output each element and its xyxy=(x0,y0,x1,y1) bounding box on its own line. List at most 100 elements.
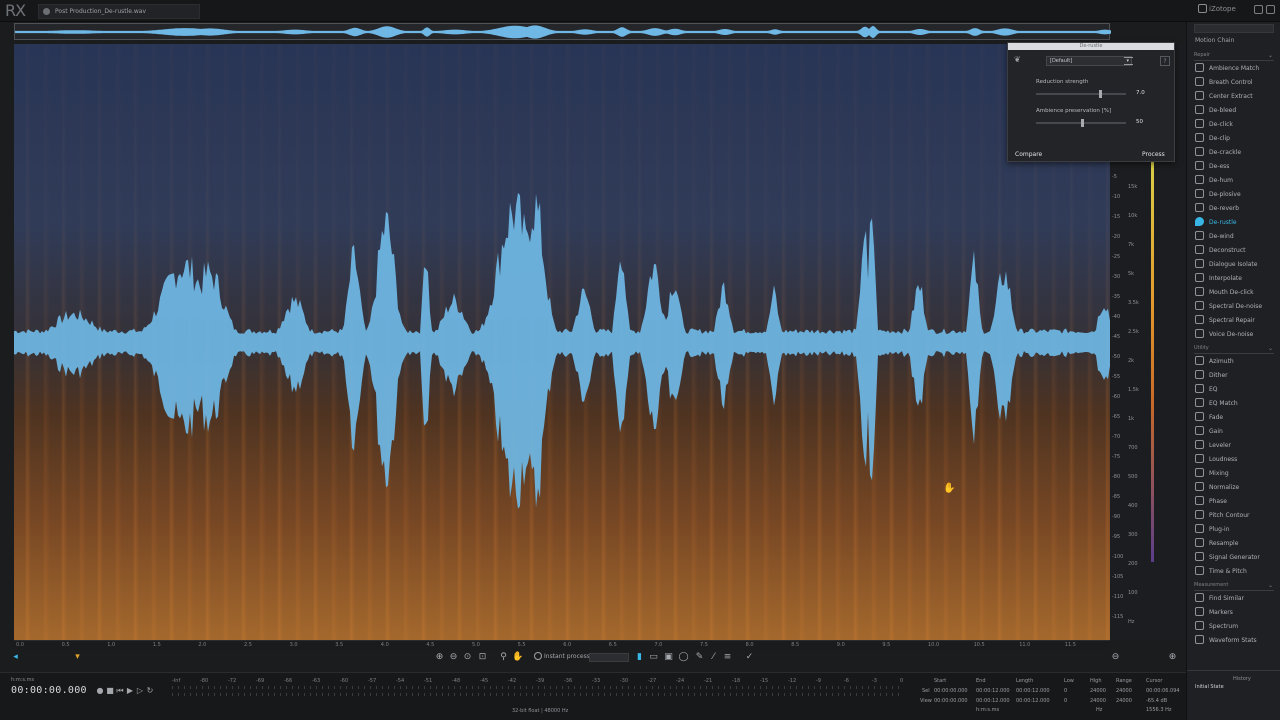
module-item[interactable]: Normalize xyxy=(1195,482,1275,494)
zoom-fit-icon[interactable]: ⊡ xyxy=(477,652,488,663)
motion-chain-button[interactable]: Motion Chain xyxy=(1195,37,1234,44)
selection-sel-value[interactable]: 00:00:12.000 xyxy=(976,688,1010,694)
zoom-out-icon[interactable]: ⊖ xyxy=(448,652,459,663)
loop-icon[interactable]: ↻ xyxy=(145,686,155,695)
scroll-left-icon[interactable]: ◂ xyxy=(10,652,21,663)
harmonic-select-icon[interactable]: ≡ xyxy=(722,652,733,663)
selection-view-value[interactable]: 00:00:12.000 xyxy=(1016,698,1050,704)
selection-sel-value[interactable]: 24000 xyxy=(1116,688,1132,694)
module-item[interactable]: Spectrum xyxy=(1195,621,1275,633)
module-item[interactable]: Fade xyxy=(1195,412,1275,424)
module-item[interactable]: Spectral De-noise xyxy=(1195,301,1275,313)
module-item[interactable]: Interpolate xyxy=(1195,273,1275,285)
module-item[interactable]: Breath Control xyxy=(1195,77,1275,89)
rewind-icon[interactable]: ⏮ xyxy=(115,686,125,696)
module-item[interactable]: Markers xyxy=(1195,607,1275,619)
module-item[interactable]: De-wind xyxy=(1195,231,1275,243)
module-item[interactable]: EQ Match xyxy=(1195,398,1275,410)
process-button[interactable]: Process xyxy=(1142,151,1165,158)
play-icon[interactable]: ▶ xyxy=(125,686,135,695)
module-item[interactable]: Pitch Contour xyxy=(1195,510,1275,522)
play-selection-icon[interactable]: ▷ xyxy=(135,686,145,695)
zoom-tool-icon[interactable]: ⚲ xyxy=(498,652,509,663)
instant-process-radio[interactable] xyxy=(534,652,542,660)
module-item[interactable]: Plug-in xyxy=(1195,524,1275,536)
time-ruler[interactable]: 0.0 0.5 1.0 1.5 2.0 2.5 3.0 3.5 4.0 4.5 5.0 5.5 6.0 6… xyxy=(14,640,1110,650)
check-icon[interactable]: ✓ xyxy=(744,652,755,663)
record-icon[interactable]: ● xyxy=(95,686,105,695)
module-item[interactable]: Loudness xyxy=(1195,454,1275,466)
selection-sel-value[interactable]: 24000 xyxy=(1090,688,1106,694)
reduction-strength-slider[interactable] xyxy=(1036,90,1126,98)
module-item[interactable]: EQ xyxy=(1195,384,1275,396)
instant-process-mode[interactable] xyxy=(589,653,629,662)
reduction-strength-knob[interactable] xyxy=(1099,90,1102,98)
timecode-format[interactable]: h:m:s.ms xyxy=(11,677,34,683)
module-item[interactable]: Azimuth xyxy=(1195,356,1275,368)
ambience-preservation-value[interactable]: 50 xyxy=(1136,119,1143,125)
module-item[interactable]: De-hum xyxy=(1195,175,1275,187)
zoom-out-vertical-icon[interactable]: ⊖ xyxy=(1110,652,1121,663)
module-item[interactable]: Dither xyxy=(1195,370,1275,382)
module-item[interactable]: Voice De-noise xyxy=(1195,329,1275,341)
reduction-strength-value[interactable]: 7.0 xyxy=(1136,90,1145,96)
selection-view-value[interactable]: -65.4 dB xyxy=(1146,698,1167,704)
module-item[interactable]: Leveler xyxy=(1195,440,1275,452)
file-close-icon[interactable] xyxy=(43,8,50,15)
selection-sel-value[interactable]: 00:00:06.094 xyxy=(1146,688,1180,694)
file-tab[interactable]: Post Production_De-rustle.wav xyxy=(38,4,200,19)
module-search-input[interactable] xyxy=(1194,24,1274,33)
chevron-down-icon[interactable]: ⌄ xyxy=(1268,345,1273,352)
stop-icon[interactable]: ■ xyxy=(105,686,115,695)
ambience-preservation-knob[interactable] xyxy=(1081,119,1084,127)
window-close-icon[interactable] xyxy=(1266,5,1275,14)
module-item[interactable]: Ambience Match xyxy=(1195,63,1275,75)
measurement-section-header[interactable]: Measurement ⌄ xyxy=(1194,582,1274,591)
spectrogram-view[interactable]: ✋ xyxy=(14,44,1110,640)
module-item[interactable]: De-click xyxy=(1195,119,1275,131)
magic-wand-icon[interactable]: ⁄ xyxy=(708,652,719,663)
history-item[interactable]: Initial State xyxy=(1195,684,1224,690)
selection-sel-value[interactable]: 00:00:12.000 xyxy=(1016,688,1050,694)
module-item[interactable]: Dialogue Isolate xyxy=(1195,259,1275,271)
window-help-icon[interactable] xyxy=(1254,5,1263,14)
zoom-in-vertical-icon[interactable]: ⊕ xyxy=(1167,652,1178,663)
instant-process-toggle[interactable]: Instant process xyxy=(534,652,590,660)
brush-select-icon[interactable]: ✎ xyxy=(694,652,705,663)
module-item[interactable]: De-plosive xyxy=(1195,189,1275,201)
module-item[interactable]: Resample xyxy=(1195,538,1275,550)
lasso-select-icon[interactable]: ◯ xyxy=(678,652,689,663)
module-item[interactable]: De-clip xyxy=(1195,133,1275,145)
hand-tool-icon[interactable]: ✋ xyxy=(512,652,523,663)
chevron-down-icon[interactable]: ⌄ xyxy=(1268,582,1273,589)
selection-view-value[interactable]: 00:00:12.000 xyxy=(976,698,1010,704)
time-select-icon[interactable]: ▮ xyxy=(634,652,645,663)
selection-view-value[interactable]: 0 xyxy=(1064,698,1067,704)
selection-sel-value[interactable]: 0 xyxy=(1064,688,1067,694)
module-item[interactable]: Gain xyxy=(1195,426,1275,438)
module-item[interactable]: Phase xyxy=(1195,496,1275,508)
help-icon[interactable]: ? xyxy=(1160,56,1170,66)
zoom-in-icon[interactable]: ⊕ xyxy=(434,652,445,663)
time-freq-select-icon[interactable]: ▣ xyxy=(663,652,674,663)
module-item[interactable]: Center Extract xyxy=(1195,91,1275,103)
module-item[interactable]: Mouth De-click xyxy=(1195,287,1275,299)
ambience-preservation-slider[interactable] xyxy=(1036,119,1126,127)
zoom-selection-icon[interactable]: ⊙ xyxy=(462,652,473,663)
chevron-down-icon[interactable]: ⌄ xyxy=(1268,52,1273,59)
utility-section-header[interactable]: Utility ⌄ xyxy=(1194,345,1274,354)
module-item[interactable]: De-ess xyxy=(1195,161,1275,173)
selection-view-value[interactable]: 24000 xyxy=(1116,698,1132,704)
module-item[interactable]: Spectral Repair xyxy=(1195,315,1275,327)
module-item[interactable]: Time & Pitch xyxy=(1195,566,1275,578)
preset-icon[interactable]: ❦ xyxy=(1014,55,1024,65)
waveform-overview[interactable] xyxy=(14,23,1111,40)
module-item[interactable]: Signal Generator xyxy=(1195,552,1275,564)
module-item[interactable]: Waveform Stats xyxy=(1195,635,1275,647)
selection-view-value[interactable]: 24000 xyxy=(1090,698,1106,704)
loop-marker-icon[interactable]: ▾ xyxy=(72,652,83,663)
module-item[interactable]: Deconstruct xyxy=(1195,245,1275,257)
preset-dropdown[interactable]: [Default] ▾ xyxy=(1046,56,1132,66)
selection-sel-value[interactable]: 00:00:00.000 xyxy=(934,688,968,694)
compare-button[interactable]: Compare xyxy=(1015,151,1042,158)
